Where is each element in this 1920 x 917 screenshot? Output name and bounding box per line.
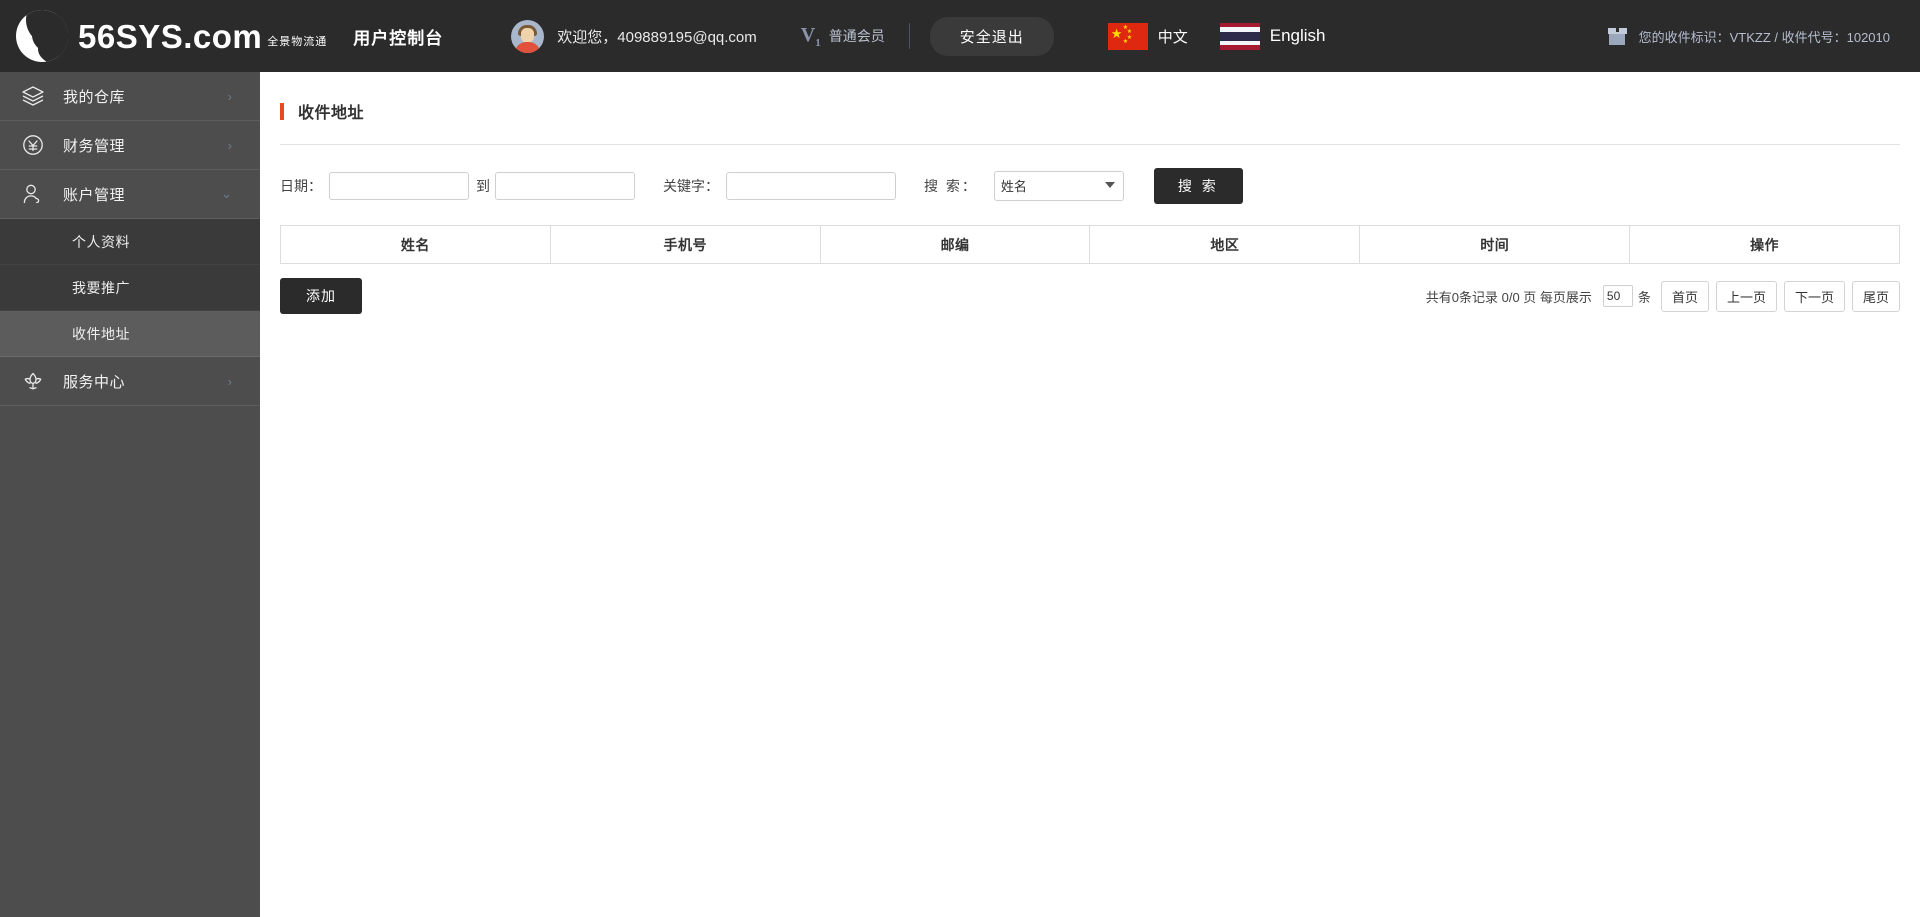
search-button[interactable]: 搜 索 [1153, 168, 1243, 204]
search-field-label: 搜 索： [924, 178, 978, 194]
chevron-right-icon: › [227, 373, 232, 389]
pagination: 共有0条记录 0/0 页 每页展示 条 首页 上一页 下一页 尾页 [1425, 280, 1900, 312]
welcome-message: 欢迎您，409889195@qq.com [557, 28, 757, 46]
sidebar-item-label: 财务管理 [63, 137, 126, 155]
sidebar-subitem-receiving-address[interactable]: 收件地址 [0, 311, 260, 357]
main-content: 收件地址 日期： 到 关键字： 搜 索： 姓名 搜 索 姓名 手机号 邮编 地区 [260, 72, 1920, 917]
china-flag-icon: ★ ★ ★ ★ ★ [1107, 22, 1148, 50]
sidebar-subitem-promotion[interactable]: 我要推广 [0, 265, 260, 311]
language-label-chinese: 中文 [1157, 28, 1188, 46]
filter-toolbar: 日期： 到 关键字： 搜 索： 姓名 搜 索 [260, 145, 1920, 204]
date-to-input[interactable] [495, 172, 635, 200]
title-accent-bar [280, 102, 284, 120]
language-switch-chinese[interactable]: ★ ★ ★ ★ ★ 中文 [1107, 22, 1188, 50]
column-header-time[interactable]: 时间 [1359, 225, 1631, 264]
address-table-wrap: 姓名 手机号 邮编 地区 时间 操作 [260, 203, 1920, 264]
chevron-right-icon: › [227, 137, 232, 153]
column-header-phone[interactable]: 手机号 [549, 225, 821, 264]
language-switch-english[interactable]: English [1219, 22, 1326, 50]
lotus-icon [20, 368, 46, 394]
sidebar-item-label: 账户管理 [63, 186, 126, 204]
chevron-down-icon: ⌄ [221, 186, 232, 201]
layers-icon [20, 83, 46, 109]
pagination-last-button[interactable]: 尾页 [1851, 280, 1900, 312]
header-divider [908, 23, 910, 49]
pagination-prev-button[interactable]: 上一页 [1715, 280, 1777, 312]
column-header-region[interactable]: 地区 [1089, 225, 1361, 264]
package-box-icon [1607, 27, 1627, 45]
pagination-first-button[interactable]: 首页 [1660, 280, 1709, 312]
sidebar-subitem-label: 收件地址 [72, 325, 130, 342]
sidebar-subitem-label: 个人资料 [72, 233, 130, 250]
search-field-select[interactable]: 姓名 [993, 171, 1124, 201]
chevron-right-icon: › [227, 88, 232, 104]
date-label: 日期： [280, 178, 322, 194]
date-from-input[interactable] [329, 172, 469, 200]
pagination-summary: 共有0条记录 0/0 页 每页展示 [1425, 289, 1592, 305]
sidebar-item-warehouse[interactable]: 我的仓库 › [0, 72, 260, 121]
address-table: 姓名 手机号 邮编 地区 时间 操作 [280, 225, 1900, 264]
sidebar-item-finance[interactable]: 财务管理 › [0, 121, 260, 170]
keyword-label: 关键字： [663, 178, 719, 194]
pagination-next-button[interactable]: 下一页 [1783, 280, 1845, 312]
user-account-icon [20, 181, 46, 207]
brand-name: 56SYS.com [78, 17, 263, 55]
thailand-flag-icon [1219, 22, 1260, 50]
page-title-block: 收件地址 [260, 72, 1920, 128]
vip-level-icon: V1 [800, 23, 821, 49]
sidebar-subitem-label: 我要推广 [72, 279, 130, 296]
receiver-identity-block: 您的收件标识：VTKZZ / 收件代号：102010 [1607, 27, 1890, 46]
page-size-unit-label: 条 [1637, 289, 1651, 305]
receiver-identity-text: 您的收件标识：VTKZZ / 收件代号：102010 [1638, 29, 1890, 45]
user-avatar-icon[interactable] [511, 19, 545, 53]
page-size-input[interactable] [1602, 285, 1633, 307]
table-header-row: 姓名 手机号 邮编 地区 时间 操作 [280, 225, 1900, 264]
keyword-input[interactable] [726, 172, 896, 200]
sidebar-item-service-center[interactable]: 服务中心 › [0, 357, 260, 406]
column-header-action[interactable]: 操作 [1629, 225, 1900, 264]
sidebar-submenu-account: 个人资料 我要推广 收件地址 [0, 219, 260, 357]
site-logo-icon [16, 10, 68, 62]
search-field-select-wrap: 姓名 [986, 171, 1124, 201]
page-title: 收件地址 [298, 105, 365, 122]
column-header-zip[interactable]: 邮编 [819, 225, 1091, 264]
language-label-english: English [1269, 26, 1326, 45]
sidebar-item-label: 我的仓库 [63, 88, 126, 106]
console-title: 用户控制台 [353, 28, 444, 48]
sidebar-item-account[interactable]: 账户管理 ⌄ [0, 170, 260, 219]
brand-subtitle: 全景物流通 [267, 35, 328, 48]
logout-button[interactable]: 安全退出 [929, 16, 1054, 56]
sidebar-subitem-profile[interactable]: 个人资料 [0, 219, 260, 265]
column-header-name[interactable]: 姓名 [280, 225, 551, 264]
yen-circle-icon [20, 132, 46, 158]
date-range-to-label: 到 [476, 178, 490, 194]
table-footer-row: 添加 共有0条记录 0/0 页 每页展示 条 首页 上一页 下一页 尾页 [260, 264, 1920, 314]
membership-badge: V1 普通会员 [801, 24, 885, 49]
top-header-bar: 56SYS.com 全景物流通 用户控制台 欢迎您，409889195@qq.c… [0, 0, 1920, 72]
sidebar-item-label: 服务中心 [63, 373, 126, 391]
sidebar-nav: 我的仓库 › 财务管理 › 账户管理 ⌄ 个人资料 我要推广 收件地址 服务中心… [0, 72, 260, 917]
add-address-button[interactable]: 添加 [280, 278, 362, 314]
membership-level-label: 普通会员 [828, 28, 885, 44]
brand-logo-block[interactable]: 56SYS.com 全景物流通 [16, 10, 327, 62]
